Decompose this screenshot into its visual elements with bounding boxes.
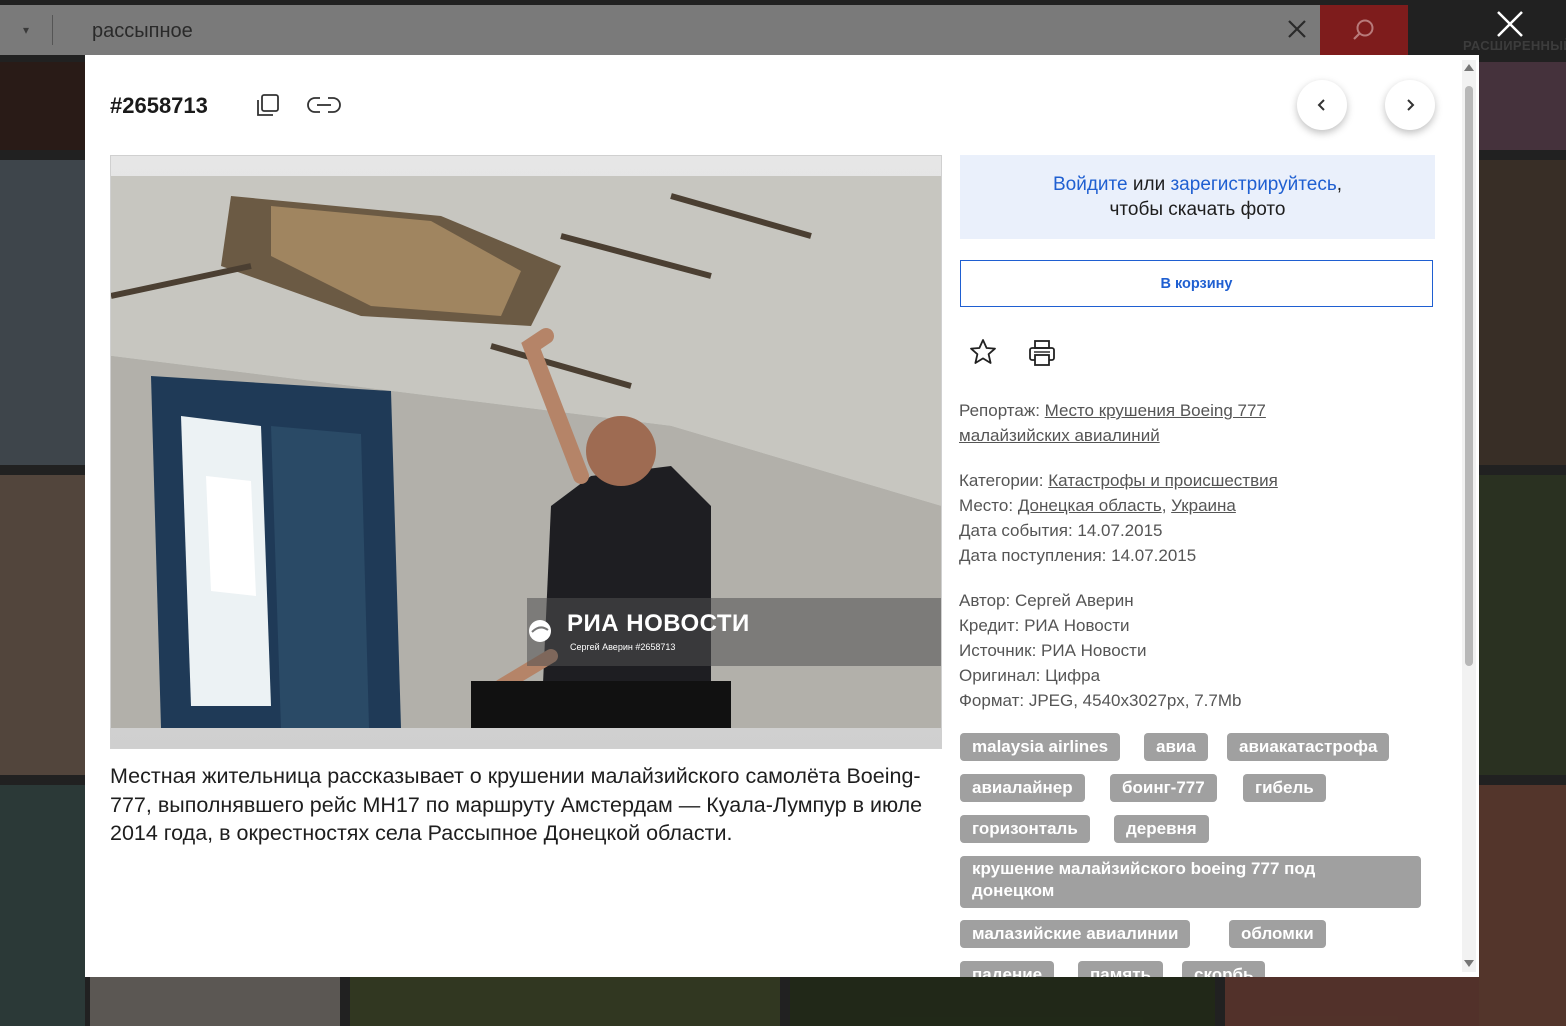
photo-caption: Местная жительница рассказывает о крушен… xyxy=(110,764,923,845)
photo-id: #2658713 xyxy=(110,93,208,118)
tag[interactable]: падение xyxy=(960,961,1055,977)
login-link[interactable]: Войдите xyxy=(1053,174,1128,195)
scroll-thumb[interactable] xyxy=(1465,86,1473,666)
printer-icon[interactable] xyxy=(1027,338,1057,373)
login-comma: , xyxy=(1336,174,1343,195)
photo-viewer[interactable]: РИА НОВОСТИ Сергей Аверин #2658713 xyxy=(110,155,942,749)
report-info: Репортаж: Место крушения Boeing 777 мала… xyxy=(959,398,1266,448)
event-date: Дата события: 14.07.2015 xyxy=(959,521,1163,540)
received-date: Дата поступления: 14.07.2015 xyxy=(959,546,1197,565)
categories-label: Категории: xyxy=(959,471,1049,490)
register-link[interactable]: зарегистрируйтесь xyxy=(1170,174,1336,195)
tag[interactable]: боинг-777 xyxy=(1110,774,1217,802)
tag[interactable]: авиа xyxy=(1144,733,1208,761)
original: Оригинал: Цифра xyxy=(959,666,1101,685)
ria-logo-icon xyxy=(529,620,551,642)
tag-line: крушение малайзийского boeing 777 под xyxy=(972,859,1316,878)
search-icon xyxy=(1353,19,1374,40)
tag[interactable]: малазийские авиалинии xyxy=(960,920,1191,948)
tag-multiline[interactable]: крушение малайзийского boeing 777 под до… xyxy=(960,856,1421,908)
tag-line: донецком xyxy=(972,881,1055,900)
source: Источник: РИА Новости xyxy=(959,641,1147,660)
photo-modal: #2658713 РИА НОВОСТИ Сергей Аверин #2658… xyxy=(85,55,1479,977)
advanced-search-link[interactable]: РАСШИРЕННЫЙ xyxy=(1463,38,1566,53)
search-button[interactable] xyxy=(1320,5,1408,55)
tag[interactable]: обломки xyxy=(1229,920,1326,948)
search-type-dropdown[interactable]: ▾ xyxy=(0,5,52,55)
link-icon[interactable] xyxy=(307,93,341,122)
tag[interactable]: память xyxy=(1078,961,1163,977)
credit: Кредит: РИА Новости xyxy=(959,616,1130,635)
tag[interactable]: деревня xyxy=(1114,815,1209,843)
tag[interactable]: malaysia airlines xyxy=(960,733,1121,761)
photo-details: Категории: Катастрофы и происшествия Мес… xyxy=(959,468,1278,568)
login-or: или xyxy=(1127,174,1171,195)
copy-icon[interactable] xyxy=(255,92,281,123)
tag[interactable]: гибель xyxy=(1243,774,1326,802)
close-icon[interactable] xyxy=(1280,12,1314,46)
next-photo-button[interactable] xyxy=(1385,80,1435,130)
photo-watermark: РИА НОВОСТИ Сергей Аверин #2658713 xyxy=(527,598,941,666)
report-label: Репортаж: xyxy=(959,401,1045,420)
prev-photo-button[interactable] xyxy=(1297,80,1347,130)
search-input[interactable] xyxy=(90,5,1274,57)
login-prompt: Войдите или зарегистрируйтесь, чтобы ска… xyxy=(960,155,1435,239)
modal-scrollbar[interactable] xyxy=(1462,60,1476,972)
tag[interactable]: авиакатастрофа xyxy=(1227,733,1390,761)
format: Формат: JPEG, 4540x3027px, 7.7Mb xyxy=(959,691,1242,710)
add-to-cart-button[interactable]: В корзину xyxy=(960,260,1433,307)
search-divider xyxy=(52,15,53,45)
author: Автор: Сергей Аверин xyxy=(959,591,1134,610)
report-link[interactable]: Место крушения Boeing 777 xyxy=(1045,401,1266,420)
tag[interactable]: скорбь xyxy=(1182,961,1266,977)
login-line2: чтобы скачать фото xyxy=(1109,199,1286,220)
place-region-link[interactable]: Донецкая область xyxy=(1018,496,1162,515)
scroll-up-arrow-icon[interactable] xyxy=(1464,64,1474,71)
scroll-down-arrow-icon[interactable] xyxy=(1464,960,1474,967)
tag[interactable]: авиалайнер xyxy=(960,774,1085,802)
place-country-link[interactable]: Украина xyxy=(1171,496,1236,515)
star-icon[interactable] xyxy=(968,337,998,372)
place-label: Место: xyxy=(959,496,1018,515)
chevron-right-icon xyxy=(1407,99,1415,111)
place-sep: , xyxy=(1161,496,1172,515)
photo-credits: Автор: Сергей Аверин Кредит: РИА Новости… xyxy=(959,588,1241,713)
chevron-left-icon xyxy=(1317,99,1325,111)
report-link-line2[interactable]: малайзийских авиалиний xyxy=(959,426,1160,445)
watermark-brand: РИА НОВОСТИ xyxy=(567,610,750,637)
category-link[interactable]: Катастрофы и происшествия xyxy=(1048,471,1278,490)
tag[interactable]: горизонталь xyxy=(960,815,1090,843)
watermark-credit: Сергей Аверин #2658713 xyxy=(570,642,676,652)
